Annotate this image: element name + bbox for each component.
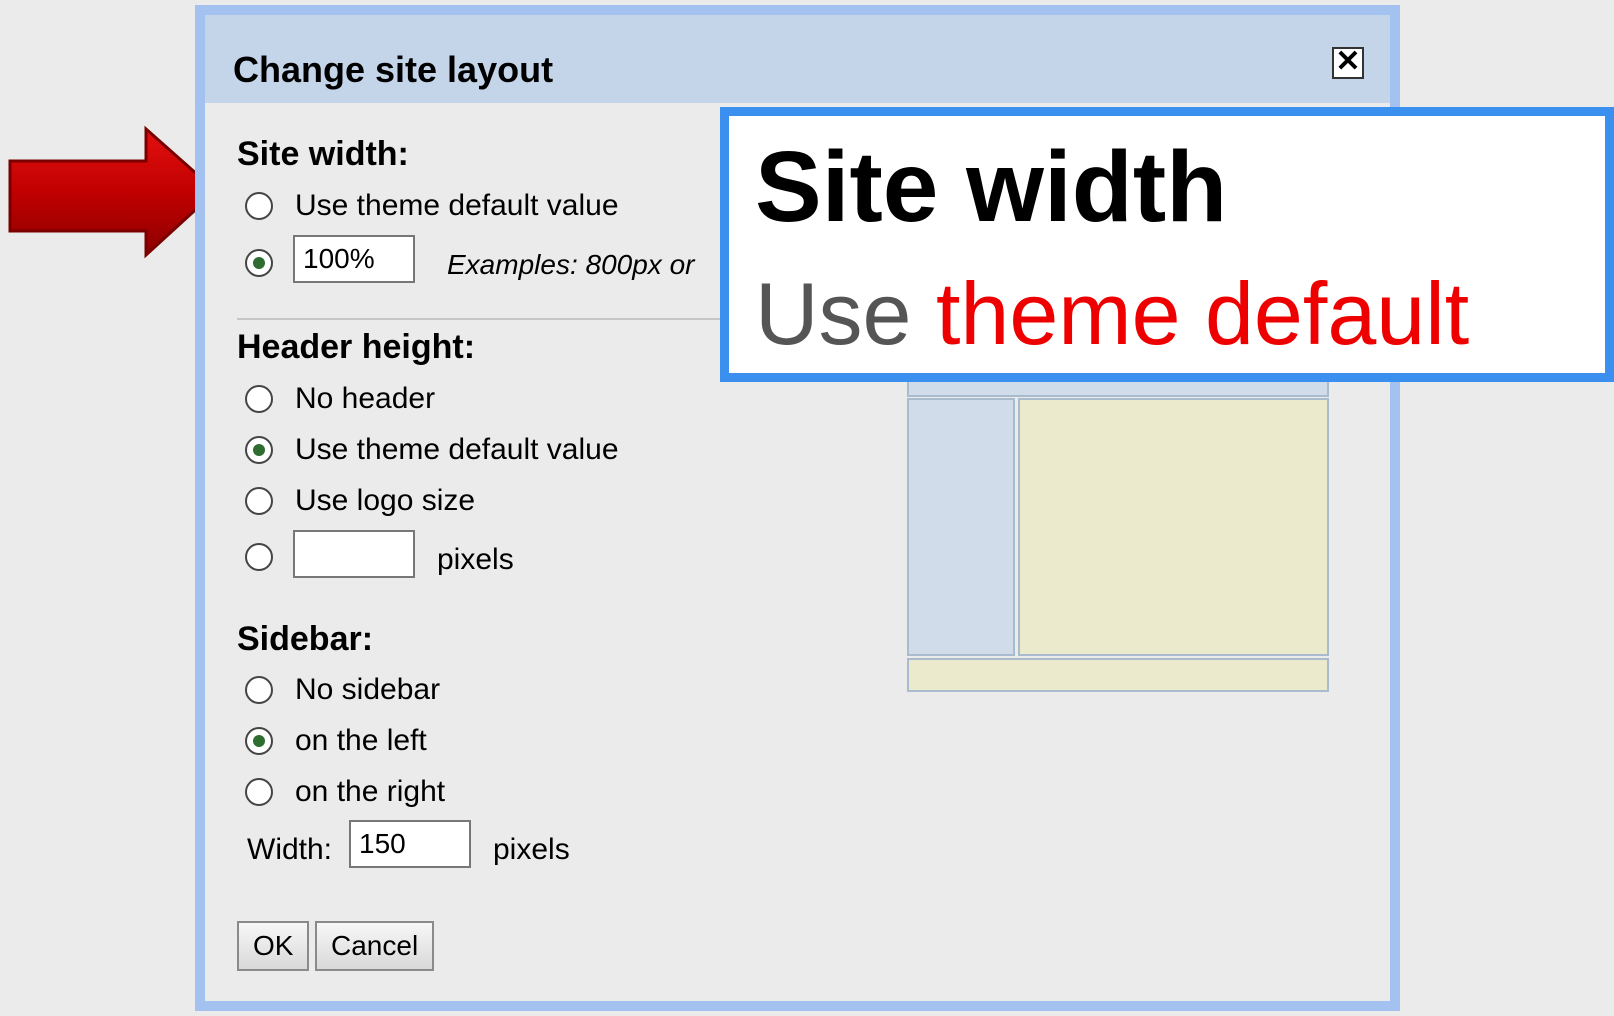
preview-sidebar [907,398,1015,656]
header-default-label: Use theme default value [295,433,619,466]
section-divider [237,318,757,320]
callout-box: Site width Use theme default [720,107,1614,382]
cancel-button[interactable]: Cancel [315,921,435,971]
site-width-default-radio[interactable] [245,192,273,220]
sidebar-heading: Sidebar: [237,620,374,658]
header-pixels-unit: pixels [437,543,514,576]
logo-size-label: Use logo size [295,484,476,517]
no-header-label: No header [295,382,436,415]
sidebar-width-unit: pixels [493,833,570,866]
ok-button[interactable]: OK [237,921,310,971]
header-default-option[interactable]: Use theme default value [245,430,619,470]
callout-title: Site width [755,131,1228,243]
sidebar-left-option[interactable]: on the left [245,721,427,761]
red-arrow-icon [8,125,219,259]
preview-content [1018,398,1329,656]
sidebar-width-input[interactable] [349,820,471,868]
sidebar-width-label: Width: [247,833,333,866]
site-width-default-label: Use theme default value [295,189,619,222]
no-sidebar-option[interactable]: No sidebar [245,670,440,710]
sidebar-right-option[interactable]: on the right [245,772,445,812]
no-header-radio[interactable] [245,385,273,413]
close-icon[interactable]: ✕ [1332,47,1364,79]
header-height-heading: Header height: [237,328,476,366]
site-width-input[interactable] [293,235,415,283]
no-sidebar-radio[interactable] [245,676,273,704]
callout-subtitle-highlight: theme default [935,264,1470,363]
logo-size-option[interactable]: Use logo size [245,481,475,521]
sidebar-right-radio[interactable] [245,778,273,806]
sidebar-right-label: on the right [295,775,446,808]
site-width-default-option[interactable]: Use theme default value [245,186,619,226]
no-sidebar-label: No sidebar [295,673,441,706]
sidebar-left-radio[interactable] [245,727,273,755]
header-pixels-input[interactable] [293,530,415,578]
dialog-title: Change site layout [233,49,554,90]
logo-size-radio[interactable] [245,487,273,515]
header-default-radio[interactable] [245,436,273,464]
site-width-heading: Site width: [237,135,409,173]
site-width-custom-radio[interactable] [245,249,273,277]
site-width-examples: Examples: 800px or [447,249,695,280]
callout-subtitle-plain: Use [755,264,912,363]
dialog-titlebar: Change site layout ✕ [205,15,1390,103]
preview-footer [907,658,1329,692]
header-custom-radio[interactable] [245,543,273,571]
no-header-option[interactable]: No header [245,379,435,419]
sidebar-left-label: on the left [295,724,427,757]
callout-subtitle: Use theme default [755,264,1470,363]
